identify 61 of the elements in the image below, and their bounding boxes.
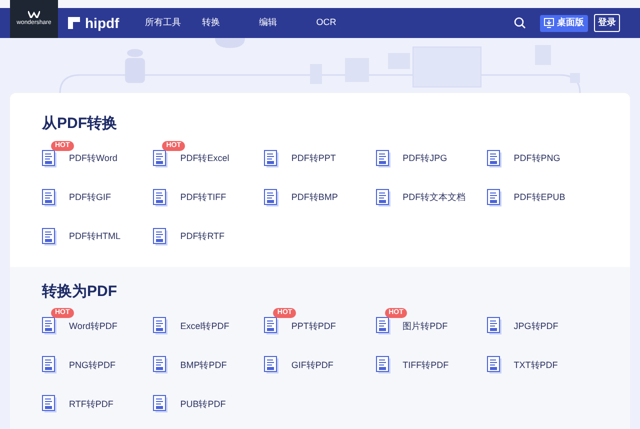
tool-link[interactable]: PNG转PDF — [69, 358, 116, 372]
tool-link[interactable]: PDF转GIF — [69, 191, 111, 205]
tool-link[interactable]: PDF转HTML — [69, 230, 120, 244]
logo-mark-icon — [28, 10, 40, 18]
file-icon — [153, 395, 170, 414]
tool-link[interactable]: 图片转PDF — [402, 320, 448, 334]
tool-link[interactable]: PDF转Excel — [180, 152, 230, 166]
nav-link[interactable]: 编辑 — [259, 16, 316, 30]
desktop-version-button[interactable]: 桌面版 — [540, 14, 588, 32]
file-icon — [486, 150, 503, 168]
file-icon — [376, 356, 392, 375]
tool-link[interactable]: PDF转Word — [69, 152, 118, 166]
file-icon — [42, 395, 58, 414]
tool-link[interactable]: PUB转PDF — [180, 398, 226, 412]
file-icon — [153, 228, 170, 246]
tool-link[interactable]: PDF转PNG — [514, 152, 560, 166]
tool-link[interactable]: PDF转EPUB — [514, 191, 566, 205]
file-icon — [42, 150, 58, 168]
section-heading: 从PDF转换 — [42, 114, 118, 134]
file-icon — [153, 150, 170, 168]
file-icon — [264, 317, 280, 336]
file-icon — [264, 188, 280, 208]
file-icon — [376, 317, 392, 336]
tool-link[interactable]: GIF转PDF — [291, 358, 334, 372]
tool-link[interactable]: BMP转PDF — [180, 358, 227, 372]
tool-link[interactable]: PDF转文本文档 — [402, 191, 466, 205]
tool-link[interactable]: PPT转PDF — [291, 320, 336, 334]
nav-link[interactable]: OCR — [316, 16, 374, 30]
tool-link[interactable]: JPG转PDF — [514, 320, 558, 334]
nav-link[interactable]: 转换 — [202, 16, 260, 30]
product-name: hipdf — [85, 14, 120, 33]
file-icon — [42, 228, 58, 246]
file-icon — [486, 356, 503, 375]
tool-link[interactable]: PDF转JPG — [402, 152, 448, 166]
tool-link[interactable]: PDF转PPT — [291, 152, 336, 166]
file-icon — [153, 188, 170, 208]
file-icon — [42, 356, 58, 375]
product-logo-icon — [68, 17, 80, 29]
tool-link[interactable]: TIFF转PDF — [402, 358, 449, 372]
file-icon — [486, 188, 503, 208]
tool-link[interactable]: PDF转BMP — [291, 191, 338, 205]
tool-link[interactable]: TXT转PDF — [514, 358, 558, 372]
section-heading: 转换为PDF — [42, 282, 118, 302]
nav-link[interactable]: 所有工具 — [145, 16, 202, 30]
search-icon[interactable] — [514, 17, 526, 29]
file-icon — [153, 317, 170, 336]
file-icon — [42, 317, 58, 336]
tool-link[interactable]: RTF转PDF — [69, 398, 114, 412]
download-monitor-icon — [544, 18, 554, 28]
tool-link[interactable]: Excel转PDF — [180, 320, 230, 334]
file-icon — [376, 150, 392, 168]
login-button[interactable]: 登录 — [594, 14, 620, 32]
tool-link[interactable]: PDF转RTF — [180, 230, 225, 244]
file-icon — [264, 150, 280, 168]
tool-link[interactable]: PDF转TIFF — [180, 191, 226, 205]
file-icon — [153, 356, 170, 375]
file-icon — [376, 188, 392, 208]
file-icon — [264, 356, 280, 375]
tool-link[interactable]: Word转PDF — [69, 320, 118, 334]
file-icon — [486, 317, 503, 336]
file-icon — [42, 188, 58, 208]
